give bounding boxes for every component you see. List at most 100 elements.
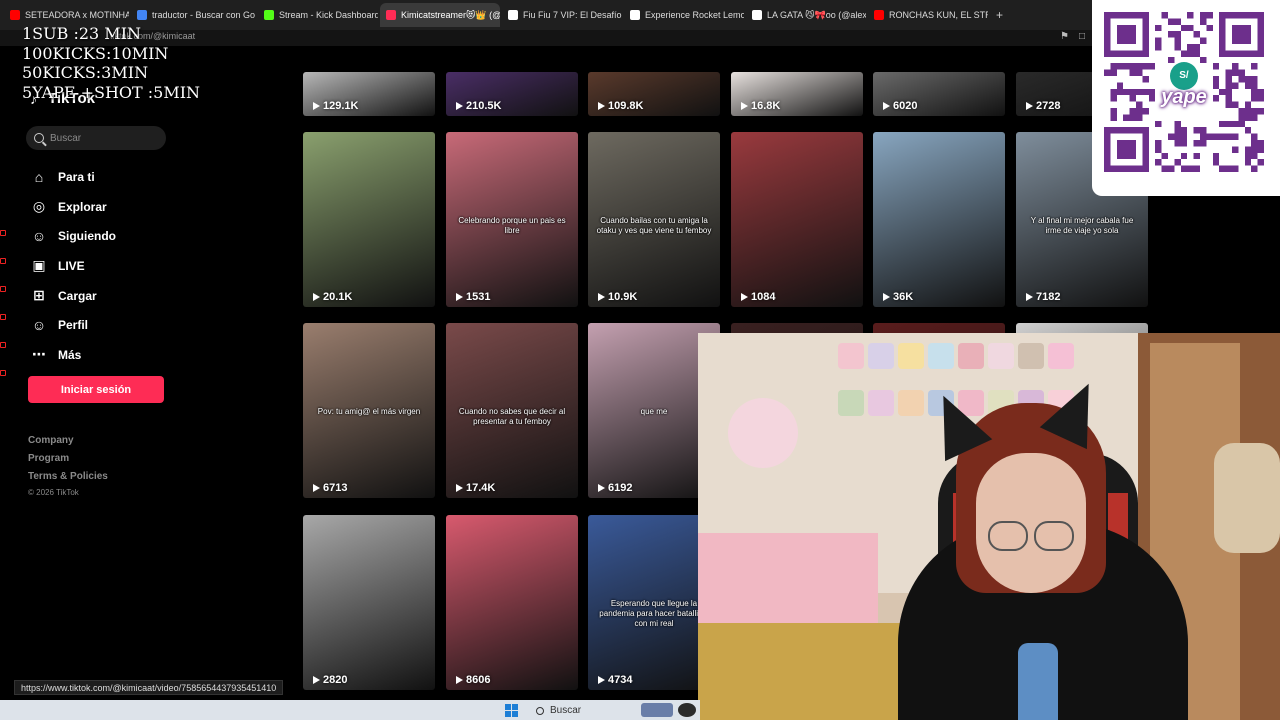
sidebar-item-label: Perfil	[58, 318, 89, 333]
video-view-count: 10.9K	[608, 291, 638, 303]
play-icon	[741, 102, 748, 110]
qr-module	[1142, 63, 1149, 70]
video-view-count: 16.8K	[751, 100, 781, 112]
footer-link-company[interactable]: Company	[28, 432, 108, 450]
qr-module	[1110, 88, 1117, 96]
video-views: 20.1K	[313, 291, 352, 303]
sidebar-item-more[interactable]: ⋯ Más	[30, 340, 116, 370]
play-icon	[1026, 102, 1033, 110]
qr-module	[1244, 101, 1252, 108]
qr-module	[1142, 88, 1149, 96]
screen: SETEADORA x MOTINHA 2 traductor - Buscar …	[0, 0, 1280, 720]
qr-module	[1193, 44, 1200, 51]
edge-icon[interactable]	[0, 314, 6, 320]
qr-module	[1180, 133, 1188, 140]
browser-tab[interactable]: Kimicatstreamer😻👑 (@	[380, 3, 500, 27]
play-icon	[456, 293, 463, 301]
qr-module	[1174, 18, 1181, 25]
window-icon[interactable]: □	[1079, 31, 1085, 42]
video-card[interactable]: Pov: tu amig@ el más virgen 6713	[303, 323, 435, 498]
qr-module	[1238, 108, 1245, 115]
qr-module	[1136, 114, 1143, 121]
qr-module	[1168, 165, 1175, 172]
search-box[interactable]: Buscar	[26, 126, 166, 150]
qr-module	[1168, 18, 1175, 25]
qr-module	[1155, 44, 1162, 51]
browser-tab[interactable]: LA GATA 😼🎀oo (@alex	[746, 3, 866, 27]
qr-module	[1251, 82, 1258, 89]
footer-link-program[interactable]: Program	[28, 450, 108, 468]
taskbar-app-icon[interactable]	[678, 703, 696, 717]
video-view-count: 2820	[323, 674, 348, 686]
edge-icon[interactable]	[0, 230, 6, 236]
video-card[interactable]: Cuando no sabes que decir al presentar a…	[446, 323, 578, 498]
video-views: 2820	[313, 674, 347, 686]
sidebar-item-following[interactable]: ☺ Siguiendo	[30, 221, 116, 251]
sidebar-item-label: LIVE	[58, 258, 85, 273]
webcam-glasses	[988, 521, 1028, 551]
qr-module	[1257, 95, 1264, 102]
video-view-count: 7182	[1036, 291, 1061, 303]
qr-module	[1212, 133, 1220, 140]
edge-icon[interactable]	[0, 258, 6, 264]
video-card[interactable]: 1084	[731, 132, 863, 307]
browser-tab[interactable]: Stream - Kick Dashboard	[258, 3, 378, 27]
tab-favicon-icon	[874, 10, 884, 20]
login-button[interactable]: Iniciar sesión	[28, 376, 164, 403]
yape-logo: S/ yape	[1154, 55, 1214, 115]
video-card[interactable]: 6020	[873, 72, 1005, 116]
new-tab-button[interactable]: +	[990, 8, 1009, 22]
overlay-line: 5YAPE +SHOT :5MIN	[22, 82, 201, 102]
edge-icon[interactable]	[0, 370, 6, 376]
sidebar-item-live[interactable]: ▣ LIVE	[30, 251, 116, 281]
browser-tab[interactable]: Fiu Fiu 7 VIP: El Desafío de	[502, 3, 622, 27]
yape-qr-panel: S/ yape	[1092, 0, 1280, 196]
qr-module	[1225, 95, 1232, 102]
video-card[interactable]: 129.1K	[303, 72, 435, 116]
footer-link-terms[interactable]: Terms & Policies	[28, 468, 108, 486]
edge-icon[interactable]	[0, 286, 6, 292]
pin-icon[interactable]: ⚑	[1060, 31, 1069, 42]
video-card[interactable]: 8606	[446, 515, 578, 690]
video-card[interactable]: 20.1K	[303, 132, 435, 307]
play-icon	[313, 484, 320, 492]
video-views: 7182	[1026, 291, 1060, 303]
video-view-count: 36K	[893, 291, 914, 303]
sidebar-item-profile[interactable]: ☺ Perfil	[30, 310, 116, 340]
taskbar-search[interactable]: Buscar	[536, 703, 636, 718]
tab-favicon-icon	[508, 10, 518, 20]
taskbar-app-icon[interactable]	[641, 703, 673, 717]
windows-start-icon[interactable]	[505, 704, 518, 717]
video-views: 1531	[456, 291, 490, 303]
browser-tab[interactable]: RONCHAS KUN, EL STREA	[868, 3, 988, 27]
edge-icon[interactable]	[0, 342, 6, 348]
qr-module	[1251, 63, 1258, 70]
play-icon	[598, 293, 605, 301]
sidebar-item-compass[interactable]: ◎ Explorar	[30, 192, 116, 222]
browser-tab[interactable]: Experience Rocket Lemon	[624, 3, 744, 27]
video-card[interactable]: Cuando bailas con tu amiga la otaku y ve…	[588, 132, 720, 307]
video-card[interactable]: 16.8K	[731, 72, 863, 116]
video-caption: que me	[640, 407, 668, 416]
following-icon: ☺	[31, 228, 47, 245]
video-card[interactable]: 109.8K	[588, 72, 720, 116]
video-card[interactable]: 2820	[303, 515, 435, 690]
sidebar-item-label: Explorar	[58, 199, 107, 214]
qr-module	[1232, 24, 1252, 44]
video-card[interactable]: 36K	[873, 132, 1005, 307]
search-input[interactable]: Buscar	[50, 133, 81, 144]
qr-module	[1206, 12, 1213, 19]
video-view-count: 17.4K	[466, 482, 496, 494]
video-card[interactable]: 210.5K	[446, 72, 578, 116]
video-views: 17.4K	[456, 482, 495, 494]
qr-module	[1200, 37, 1207, 44]
sidebar-item-home[interactable]: ⌂ Para ti	[30, 162, 116, 192]
video-card[interactable]: Celebrando porque un pais es libre 1531	[446, 132, 578, 307]
video-view-count: 6020	[893, 100, 918, 112]
play-icon	[313, 676, 320, 684]
play-icon	[1026, 293, 1033, 301]
qr-module	[1174, 31, 1181, 38]
qr-module	[1251, 133, 1258, 140]
sidebar-item-upload[interactable]: ⊞ Cargar	[30, 281, 116, 311]
play-icon	[598, 484, 605, 492]
